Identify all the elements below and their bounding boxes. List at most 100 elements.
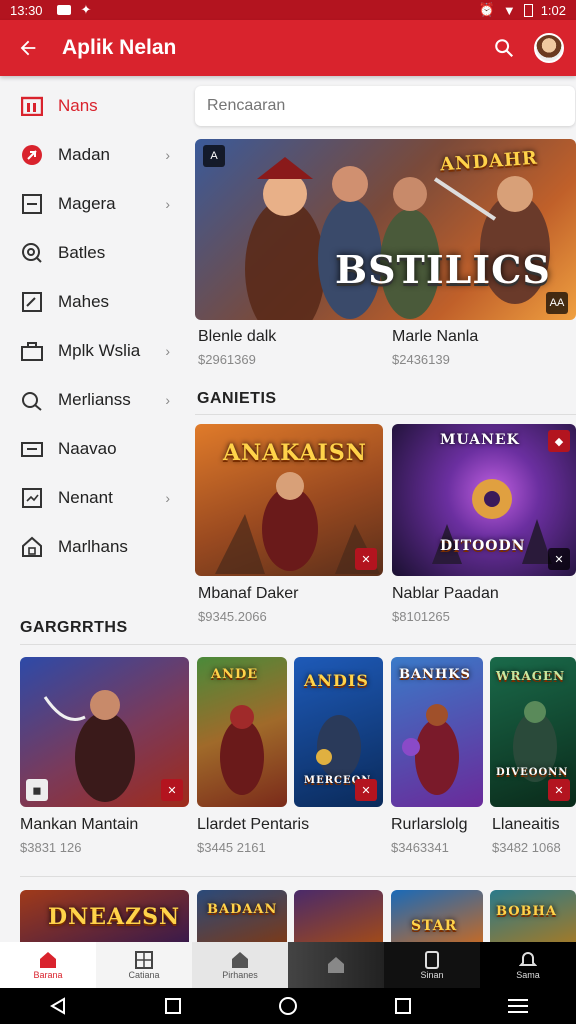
- game-art-title: BOBHA: [496, 904, 557, 919]
- avatar[interactable]: [534, 33, 564, 63]
- alarm-icon: ⏰: [478, 2, 495, 17]
- game-card-image[interactable]: BANHKS: [391, 657, 483, 807]
- game-title: Rurlarslolg: [391, 816, 468, 833]
- nav-tab-label: Pirhanes: [222, 970, 258, 980]
- message-icon: [20, 437, 44, 461]
- sidebar-item-nans[interactable]: Nans: [0, 81, 186, 130]
- grid-icon: [134, 950, 154, 970]
- nav-tab-barana[interactable]: Barana: [0, 942, 96, 988]
- sidebar: Nans Madan › Magera › Batles Mahes Mplk …: [0, 76, 186, 616]
- sidebar-item-label: Nenant: [58, 487, 113, 507]
- app-bar: Aplik Nelan: [0, 20, 576, 76]
- bottom-navigation: Barana Catiana Pirhanes Sinan Sama: [0, 942, 576, 988]
- game-card-badge: ✕: [161, 779, 183, 801]
- sidebar-item-merlianss[interactable]: Merlianss ›: [0, 375, 186, 424]
- game-card-badge: ✕: [548, 779, 570, 801]
- search-input[interactable]: [207, 97, 575, 115]
- recent-apps-icon[interactable]: [158, 991, 188, 1021]
- game-card-badge: ◼: [26, 779, 48, 801]
- chevron-right-icon: ›: [165, 195, 170, 212]
- home-circle-icon[interactable]: [273, 991, 303, 1021]
- home-icon: [20, 535, 44, 559]
- game-price: $2436139: [392, 352, 450, 367]
- search-bar[interactable]: [195, 86, 575, 126]
- nav-tab-label: Sinan: [420, 970, 444, 980]
- settings-icon: ✦: [80, 2, 92, 17]
- chevron-right-icon: ›: [165, 146, 170, 163]
- game-icon: [20, 143, 44, 167]
- game-card-caption[interactable]: Mankan Mantain $3831 126: [20, 816, 190, 855]
- status-right-time: 1:02: [540, 2, 566, 18]
- game-card-image[interactable]: ANAKAISN ✕: [195, 424, 383, 576]
- notification-icon: [56, 5, 71, 15]
- menu-icon[interactable]: [503, 991, 533, 1021]
- game-card-caption[interactable]: Mbanaf Daker $9345.2066: [198, 585, 378, 624]
- sidebar-item-marlhans[interactable]: Marlhans: [0, 522, 186, 571]
- game-card-caption[interactable]: Nablar Paadan $8101265: [392, 585, 572, 624]
- sidebar-item-batles[interactable]: Batles: [0, 228, 186, 277]
- game-card-image[interactable]: STAR: [391, 890, 483, 942]
- nav-tab-sama[interactable]: Sama: [480, 942, 576, 988]
- game-title: Mbanaf Daker: [198, 585, 299, 602]
- game-card-image[interactable]: MUANEK DITOODN ◆ ✕: [392, 424, 576, 576]
- sidebar-item-label: Magera: [58, 193, 116, 213]
- sidebar-item-magera[interactable]: Magera ›: [0, 179, 186, 228]
- bell-icon: [518, 950, 538, 970]
- square-icon: [20, 192, 44, 216]
- sidebar-item-label: Nans: [58, 95, 98, 115]
- game-price: $3482 1068: [492, 840, 561, 855]
- game-card-caption[interactable]: Llaneaitis $3482 1068: [492, 816, 576, 855]
- game-price: $9345.2066: [198, 609, 267, 624]
- game-card-badge: ✕: [548, 548, 570, 570]
- sidebar-item-mahes[interactable]: Mahes: [0, 277, 186, 326]
- nav-tab-4[interactable]: [288, 942, 384, 988]
- overview-square-icon[interactable]: [388, 991, 418, 1021]
- game-card-badge: ◆: [548, 430, 570, 452]
- game-card-image[interactable]: DNEAZSN: [20, 890, 189, 942]
- game-art-title: WRAGEN: [496, 669, 566, 683]
- search-icon: [20, 388, 44, 412]
- house-icon: [230, 950, 250, 970]
- nav-tab-catiana[interactable]: Catiana: [96, 942, 192, 988]
- game-price: $8101265: [392, 609, 450, 624]
- game-card-image[interactable]: ANDE: [197, 657, 287, 807]
- nav-tab-label: Catiana: [128, 970, 160, 980]
- chart-icon: [20, 486, 44, 510]
- status-bar: 13:30 ✦ ⏰ ▼ 1:02: [0, 0, 576, 20]
- game-price: $3463341: [391, 840, 449, 855]
- game-art-title: DITOODN: [440, 538, 526, 554]
- game-title: Blenle dalk: [198, 328, 277, 345]
- search-icon[interactable]: [488, 32, 520, 64]
- hero-item-2[interactable]: Marle Nanla $2436139: [392, 328, 572, 367]
- game-title: Marle Nanla: [392, 328, 479, 345]
- game-art-title: ANDIS: [304, 671, 369, 690]
- nav-tab-pirhanes[interactable]: Pirhanes: [192, 942, 288, 988]
- hero-title-art: BSTILICS: [335, 247, 551, 292]
- hero-banner[interactable]: ANDAHR BSTILICS A AA: [195, 139, 576, 320]
- sidebar-item-mplk-wslia[interactable]: Mplk Wslia ›: [0, 326, 186, 375]
- back-arrow-icon[interactable]: [12, 32, 44, 64]
- game-card-image[interactable]: ◼ ✕: [20, 657, 189, 807]
- hero-badge: A: [203, 145, 225, 167]
- game-card-image[interactable]: BOBHA: [490, 890, 576, 942]
- hero-corner-badge: AA: [546, 292, 568, 314]
- game-card-image[interactable]: ANDIS MERCEON ✕: [294, 657, 383, 807]
- game-card-image[interactable]: [294, 890, 383, 942]
- sidebar-item-nenant[interactable]: Nenant ›: [0, 473, 186, 522]
- phone-icon: [422, 950, 442, 970]
- game-card-badge: ✕: [355, 548, 377, 570]
- back-triangle-icon[interactable]: [43, 991, 73, 1021]
- sidebar-item-naavao[interactable]: Naavao: [0, 424, 186, 473]
- section-title: GANIETIS: [197, 390, 277, 407]
- game-card-caption[interactable]: Llardet Pentaris $3445 2161: [197, 816, 377, 855]
- game-art-title: MUANEK: [440, 432, 520, 448]
- game-card-caption[interactable]: Rurlarslolg $3463341: [391, 816, 486, 855]
- game-card-image[interactable]: BADAAN: [197, 890, 287, 942]
- sidebar-item-madan[interactable]: Madan ›: [0, 130, 186, 179]
- game-art-title: BADAAN: [207, 902, 278, 917]
- nav-tab-sinan[interactable]: Sinan: [384, 942, 480, 988]
- sidebar-item-label: Batles: [58, 242, 106, 262]
- game-art-title: DIVEOONN: [496, 767, 569, 778]
- hero-item-1[interactable]: Blenle dalk $2961369: [198, 328, 378, 367]
- game-card-image[interactable]: WRAGEN DIVEOONN ✕: [490, 657, 576, 807]
